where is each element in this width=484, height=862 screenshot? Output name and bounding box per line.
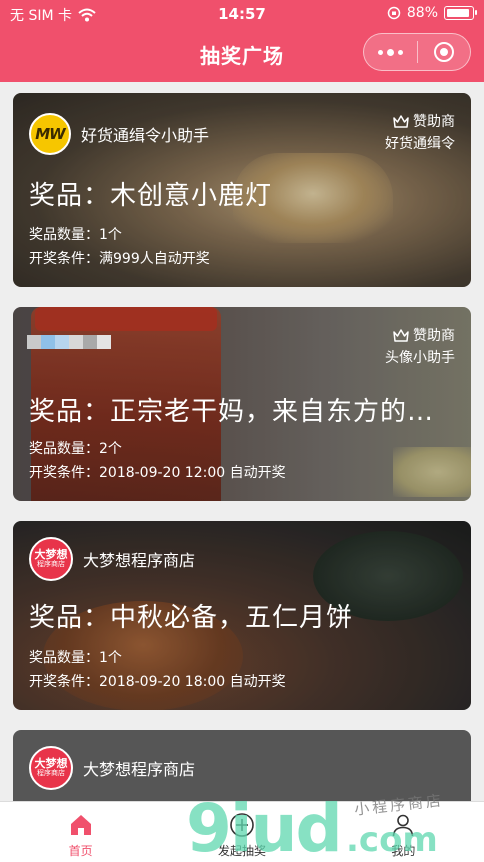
shop-logo: 大梦想 程序商店 — [29, 746, 73, 790]
mini-program-capsule — [363, 33, 471, 71]
prize-meta: 奖品数量：1个 开奖条件：2018-09-20 18:00 自动开奖 — [29, 646, 286, 694]
prize-title: 奖品：木创意小鹿灯 — [29, 181, 273, 211]
status-bar: 无 SIM 卡 14:57 88% — [0, 0, 484, 28]
sponsor-label: 赞助商 — [413, 328, 455, 344]
close-button[interactable] — [417, 33, 470, 71]
battery-icon — [444, 6, 477, 20]
prize-meta: 奖品数量：1个 开奖条件：满999人自动开奖 — [29, 223, 210, 271]
crown-icon — [393, 329, 409, 342]
tab-create-lottery[interactable]: 发起抽奖 — [161, 802, 322, 862]
draw-condition: 开奖条件：满999人自动开奖 — [29, 251, 210, 267]
prize-title: 奖品：中秋必备，五仁月饼 — [29, 603, 354, 633]
tab-label: 我的 — [391, 844, 416, 858]
top-bar: 无 SIM 卡 14:57 88% 抽奖广场 — [0, 0, 484, 82]
blurred-avatar — [27, 335, 111, 349]
sponsor-label: 赞助商 — [413, 114, 455, 130]
add-circle-icon — [230, 813, 254, 837]
shop-name: 好货通缉令小助手 — [81, 126, 210, 145]
shop-name: 大梦想程序商店 — [83, 551, 196, 570]
draw-condition: 开奖条件：2018-09-20 12:00 自动开奖 — [29, 465, 286, 481]
draw-condition: 开奖条件：2018-09-20 18:00 自动开奖 — [29, 674, 286, 690]
prize-quantity: 奖品数量：1个 — [29, 227, 122, 243]
tab-label: 首页 — [68, 844, 93, 858]
shop-info: 大梦想 程序商店 大梦想程序商店 — [29, 746, 195, 790]
tab-label: 发起抽奖 — [217, 844, 266, 858]
prize-quantity: 奖品数量：1个 — [29, 650, 122, 666]
prize-quantity: 奖品数量：2个 — [29, 441, 122, 457]
lottery-card[interactable]: MW 好货通缉令小助手 赞助商 好货通缉令 奖品：木创意小鹿灯 奖品数量：1个 … — [13, 93, 471, 287]
shop-logo: 大梦想 程序商店 — [29, 537, 73, 581]
orientation-lock-icon — [387, 6, 401, 20]
tab-bar: 首页 发起抽奖 我的 — [0, 801, 484, 862]
sponsor-name: 好货通缉令 — [385, 136, 455, 152]
more-button[interactable] — [364, 33, 417, 71]
shop-info: 大梦想 程序商店 大梦想程序商店 — [29, 537, 195, 581]
user-icon — [393, 814, 414, 837]
lottery-card[interactable]: 赞助商 头像小助手 奖品：正宗老干妈，来自东方的神… 奖品数量：2个 开奖条件：… — [13, 307, 471, 501]
prize-meta: 奖品数量：2个 开奖条件：2018-09-20 12:00 自动开奖 — [29, 437, 286, 485]
prize-title: 奖品：正宗老干妈，来自东方的神… — [29, 397, 459, 427]
sponsor-info: 赞助商 好货通缉令 — [385, 111, 455, 155]
shop-logo: MW — [29, 113, 71, 155]
lottery-card[interactable]: 大梦想 程序商店 大梦想程序商店 奖品：中秋必备，五仁月饼 奖品数量：1个 开奖… — [13, 521, 471, 710]
close-target-icon — [433, 42, 454, 62]
shop-name: 大梦想程序商店 — [83, 760, 196, 779]
shop-info: MW 好货通缉令小助手 — [29, 113, 209, 155]
tab-mine[interactable]: 我的 — [323, 802, 484, 862]
more-dots-icon — [377, 48, 403, 56]
sponsor-info: 赞助商 头像小助手 — [385, 325, 455, 369]
battery-percent: 88% — [406, 5, 438, 21]
sponsor-name: 头像小助手 — [385, 350, 455, 366]
crown-icon — [393, 115, 409, 128]
tab-home[interactable]: 首页 — [0, 802, 161, 862]
home-icon — [70, 815, 91, 835]
